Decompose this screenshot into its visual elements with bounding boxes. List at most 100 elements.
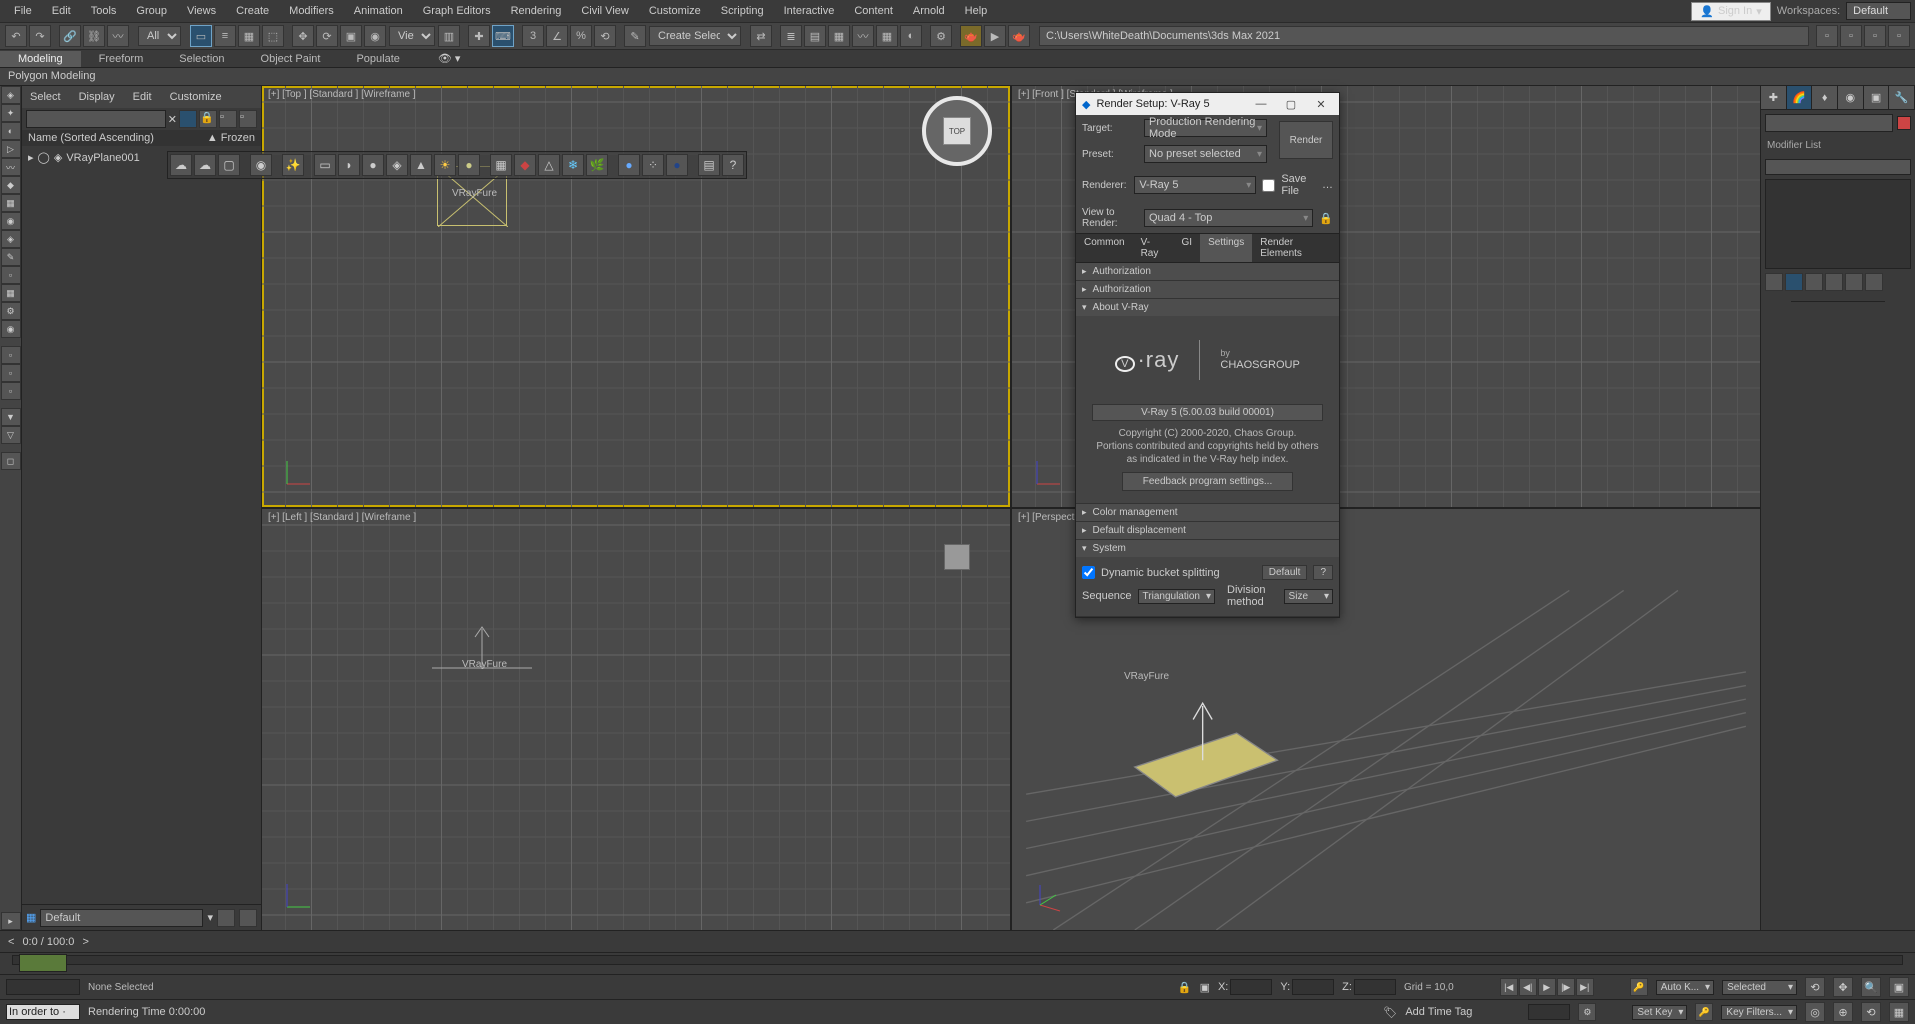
vt-17[interactable]: ▫ [1,382,21,400]
layer-name-input[interactable] [40,909,203,927]
cmd-tab-motion[interactable]: ◉ [1838,86,1864,109]
rollout-authorization-1[interactable]: Authorization [1076,263,1339,280]
viewport-top-label[interactable]: [+] [Top ] [Standard ] [Wireframe ] [268,89,416,100]
link-button[interactable]: 🔗 [59,25,81,47]
rollout-color-management[interactable]: Color management [1076,504,1339,521]
stack-btn-6[interactable] [1865,273,1883,291]
vt-19[interactable]: ▽ [1,426,21,444]
viewto-select[interactable]: Quad 4 - Top [1144,209,1313,227]
menu-interactive[interactable]: Interactive [774,2,845,20]
dropdown-icon[interactable]: ▾ [207,911,213,924]
ref-coord-select[interactable]: View [389,26,435,46]
render-frame-button[interactable]: 🫖 [960,25,982,47]
menu-animation[interactable]: Animation [344,2,413,20]
fb-tri[interactable]: △ [538,154,560,176]
redo-button[interactable]: ↷ [29,25,51,47]
mirror-button[interactable]: ⇄ [750,25,772,47]
renderer-select[interactable]: V-Ray 5 [1134,176,1256,194]
vt-1[interactable]: ◈ [1,86,21,104]
fb-plant[interactable]: 🌿 [586,154,608,176]
rollout-about-vray[interactable]: About V-Ray [1076,299,1339,316]
viewport-left[interactable]: [+] [Left ] [Standard ] [Wireframe ] VRa… [262,509,1010,930]
tb-extra-1[interactable]: ▫ [1816,25,1838,47]
next-frame-button[interactable]: |▶ [1557,978,1575,996]
key-selected-select[interactable]: Selected [1722,980,1797,995]
select-region-button[interactable]: ▦ [238,25,260,47]
vt-7[interactable]: ▦ [1,194,21,212]
curve-editor-button[interactable]: 〰 [852,25,874,47]
default-button[interactable]: Default [1262,565,1308,580]
keyboard-shortcut-button[interactable]: ⌨ [492,25,514,47]
ribbon-sub[interactable]: Polygon Modeling [0,68,1915,86]
fb-help[interactable]: ? [722,154,744,176]
rotate-button[interactable]: ⟳ [316,25,338,47]
vt-11[interactable]: ▫ [1,266,21,284]
menu-content[interactable]: Content [844,2,903,20]
stack-btn-5[interactable] [1845,273,1863,291]
vt-9[interactable]: ◈ [1,230,21,248]
vt-expand[interactable]: ▸ [1,912,21,930]
viewcube-face[interactable]: TOP [943,117,971,145]
ribbon-tab-modeling[interactable]: Modeling [0,51,81,67]
scene-filter-4[interactable]: ▫ [239,110,257,128]
modifier-list-select[interactable] [1765,159,1911,175]
layer-btn-1[interactable] [217,909,235,927]
scene-tab-select[interactable]: Select [26,89,65,105]
dlg-tab-settings[interactable]: Settings [1200,234,1252,262]
scene-tab-edit[interactable]: Edit [129,89,156,105]
render-setup-button[interactable]: ⚙ [930,25,952,47]
render-iterative-button[interactable]: 🫖 [1008,25,1030,47]
dlg-tab-render-elements[interactable]: Render Elements [1252,234,1339,262]
use-center-button[interactable]: ▥ [438,25,460,47]
dlg-tab-common[interactable]: Common [1076,234,1133,262]
fb-light1[interactable]: ✨ [282,154,304,176]
scene-header-name[interactable]: Name (Sorted Ascending) [28,132,154,144]
key-filters-button[interactable]: Key Filters... [1721,1005,1797,1020]
fb-dark[interactable]: ● [666,154,688,176]
vt-5[interactable]: 〰 [1,158,21,176]
fb-cube[interactable]: ▢ [218,154,240,176]
angle-snap-button[interactable]: ∠ [546,25,568,47]
y-input[interactable] [1292,979,1334,995]
object-color-swatch[interactable] [1897,116,1911,130]
scene-header[interactable]: Name (Sorted Ascending) ▲ Frozen [22,130,261,146]
save-file-checkbox[interactable]: Save File [1262,171,1316,199]
goto-start-button[interactable]: |◀ [1500,978,1518,996]
key-mode-button[interactable]: 🔑 [1630,978,1648,996]
goto-end-button[interactable]: ▶| [1576,978,1594,996]
fb-cloud2[interactable]: ☁ [194,154,216,176]
menu-tools[interactable]: Tools [81,2,127,20]
fb-mesh[interactable]: ◈ [386,154,408,176]
prev-frame-button[interactable]: ◀| [1519,978,1537,996]
vt-4[interactable]: ▷ [1,140,21,158]
rollout-system[interactable]: System [1076,540,1339,557]
cmd-tab-utilities[interactable]: 🔧 [1889,86,1915,109]
nav-7[interactable]: ⟲ [1861,1002,1881,1022]
fb-sphere2[interactable]: ● [362,154,384,176]
nav-4[interactable]: ▣ [1889,977,1909,997]
dialog-titlebar[interactable]: ◆ Render Setup: V-Ray 5 — ▢ ✕ [1076,93,1339,115]
manipulate-button[interactable]: ✚ [468,25,490,47]
close-button[interactable]: ✕ [1309,98,1333,111]
time-next[interactable]: > [82,936,88,948]
ribbon-tab-populate[interactable]: Populate [338,51,417,67]
fb-sun[interactable]: ☀ [434,154,456,176]
window-crossing-button[interactable]: ⬚ [262,25,284,47]
nav-3[interactable]: 🔍 [1861,977,1881,997]
sign-in-button[interactable]: 👤 Sign In ▾ [1691,2,1770,21]
spinner-snap-button[interactable]: ⟲ [594,25,616,47]
fb-plane[interactable]: ▭ [314,154,336,176]
vt-15[interactable]: ▫ [1,346,21,364]
nav-1[interactable]: ⟲ [1805,977,1825,997]
fb-dome[interactable]: ◗ [338,154,360,176]
sequence-select[interactable]: Triangulation [1138,589,1215,604]
expand-icon[interactable]: ▸ [28,151,34,164]
tb-extra-2[interactable]: ▫ [1840,25,1862,47]
tag-icon[interactable]: 🏷 [1383,1006,1397,1019]
vt-14[interactable]: ◉ [1,320,21,338]
viewport-left-label[interactable]: [+] [Left ] [Standard ] [Wireframe ] [268,512,416,523]
minitrack[interactable] [6,979,80,995]
frame-input[interactable] [1528,1004,1570,1020]
viewport-top[interactable]: [+] [Top ] [Standard ] [Wireframe ] VRay… [262,86,1010,507]
scene-filter-3[interactable]: ▫ [219,110,237,128]
